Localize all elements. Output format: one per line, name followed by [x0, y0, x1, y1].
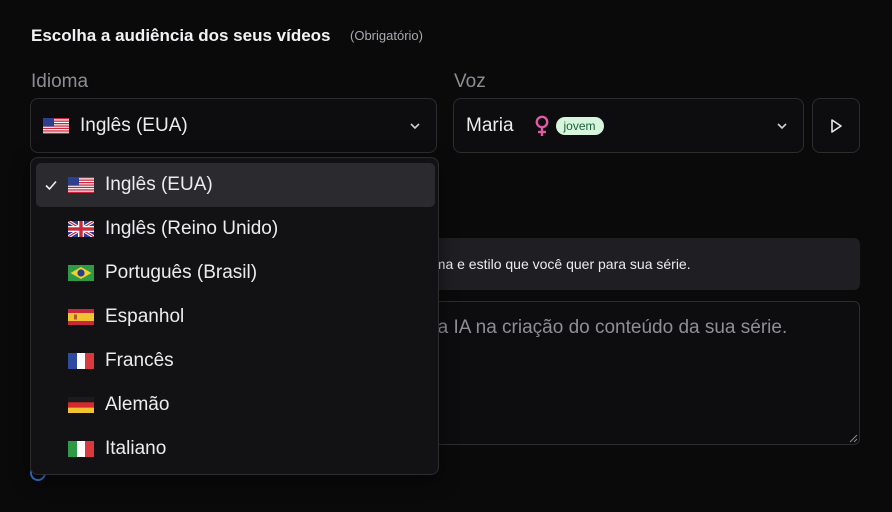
language-option-it[interactable]: Italiano [36, 427, 435, 471]
resize-handle-icon[interactable] [848, 433, 858, 443]
language-option-label: Francês [105, 350, 174, 371]
language-option-fr[interactable]: Francês [36, 339, 435, 383]
germany-flag-icon [68, 397, 94, 413]
theme-placeholder: r a IA na criação do conteúdo da sua sér… [426, 317, 788, 338]
us-flag-icon [43, 117, 69, 134]
language-option-label: Espanhol [105, 306, 185, 327]
language-option-pt-br[interactable]: Português (Brasil) [36, 251, 435, 295]
uk-flag-icon [68, 221, 94, 237]
voice-select[interactable]: Maria jovem [453, 98, 804, 153]
language-dropdown: Inglês (EUA) Inglês (Reino Unido) Portug… [30, 157, 439, 475]
required-note: (Obrigatório) [350, 28, 423, 43]
language-selected-value: Inglês (EUA) [80, 114, 188, 136]
spain-flag-icon [68, 309, 94, 325]
check-icon [45, 180, 57, 191]
voice-badge: jovem [555, 116, 604, 135]
play-icon [831, 118, 842, 133]
language-option-en-uk[interactable]: Inglês (Reino Unido) [36, 207, 435, 251]
chevron-down-icon [777, 123, 787, 130]
france-flag-icon [68, 353, 94, 369]
play-voice-button[interactable] [812, 98, 860, 153]
italy-flag-icon [68, 441, 94, 457]
brazil-flag-icon [68, 265, 94, 281]
language-option-label: Alemão [105, 394, 170, 415]
language-option-label: Inglês (Reino Unido) [105, 218, 279, 239]
language-option-de[interactable]: Alemão [36, 383, 435, 427]
theme-info-text: ema e estilo que você quer para sua séri… [426, 256, 691, 272]
voice-label: Voz [454, 71, 486, 92]
language-option-label: Inglês (EUA) [105, 174, 213, 195]
language-option-label: Italiano [105, 438, 167, 459]
voice-selected-value: Maria [466, 114, 514, 136]
us-flag-icon [68, 177, 94, 193]
chevron-down-icon [410, 123, 420, 130]
female-icon [535, 115, 548, 136]
language-option-es[interactable]: Espanhol [36, 295, 435, 339]
language-option-en-us[interactable]: Inglês (EUA) [36, 163, 435, 207]
page-title: Escolha a audiência dos seus vídeos [31, 26, 331, 45]
language-option-label: Português (Brasil) [105, 262, 258, 283]
language-label: Idioma [31, 71, 89, 92]
language-select[interactable]: Inglês (EUA) [30, 98, 437, 153]
